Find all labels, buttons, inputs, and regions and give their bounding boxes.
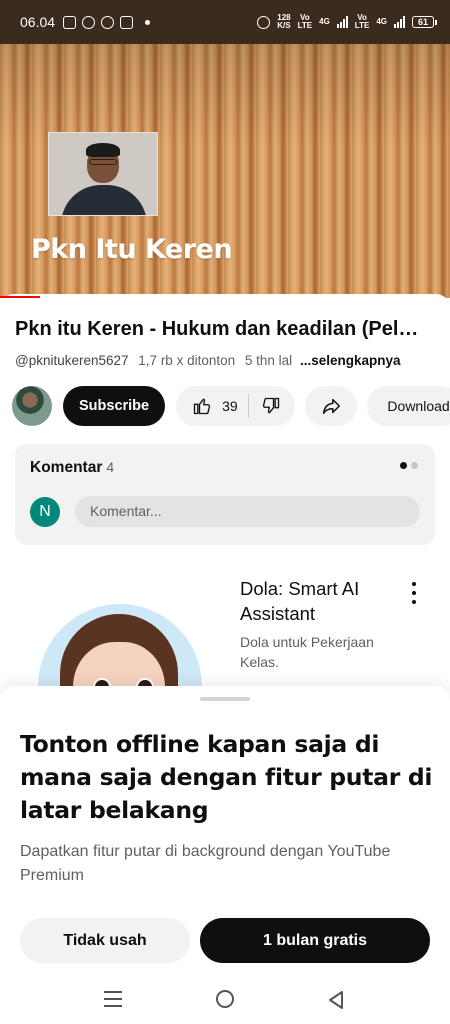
ad-description: Dola untuk Pekerjaan Kelas. <box>240 634 374 670</box>
upload-age: 5 thn lal <box>244 353 293 368</box>
free-trial-button[interactable]: 1 bulan gratis <box>200 918 430 963</box>
sim2-network: 4G <box>376 17 387 26</box>
promo-description: Dapatkan fitur putar di background denga… <box>20 843 391 884</box>
share-button[interactable] <box>304 386 357 426</box>
like-icon[interactable] <box>192 396 212 416</box>
watch-content: Pkn itu Keren - Hukum dan keadilan (Pel…… <box>0 294 450 768</box>
whatsapp-icon <box>82 15 96 29</box>
channel-avatar[interactable] <box>12 386 52 426</box>
clock: 06.04 <box>20 14 56 30</box>
dismiss-button[interactable]: Tidak usah <box>20 918 190 963</box>
subscribe-button[interactable]: Subscribe <box>63 386 166 426</box>
show-more-link[interactable]: ...selengkapnya <box>300 353 401 368</box>
view-count: 1,7 rb x ditonton <box>138 353 236 368</box>
home-icon[interactable] <box>216 990 234 1008</box>
menu-icon[interactable] <box>104 991 122 1007</box>
action-row: Subscribe 39 Download <box>12 386 450 426</box>
like-count: 39 <box>222 398 238 414</box>
video-overlay-title: Pkn Itu Keren <box>31 234 233 265</box>
comment-input[interactable]: Komentar... <box>75 496 420 527</box>
video-title[interactable]: Pkn itu Keren - Hukum dan keadilan (Pel… <box>15 318 445 341</box>
system-icons: 128 K/S Vo LTE 4G Vo LTE 4G 61 <box>257 13 438 30</box>
status-bar: 06.04 128 K/S Vo LTE 4G Vo LTE 4G 61 <box>0 0 450 44</box>
channel-handle[interactable]: @pknitukeren5627 <box>15 353 129 368</box>
video-player[interactable]: Pkn Itu Keren <box>0 44 450 298</box>
sim2-volte: Vo LTE <box>354 13 370 30</box>
signal-icon-2 <box>393 16 405 28</box>
comments-header: Komentar 4 <box>30 459 115 476</box>
download-button[interactable]: Download <box>366 386 450 426</box>
battery-icon: 61 <box>411 16 438 28</box>
share-icon <box>322 398 340 415</box>
presenter-webcam <box>48 132 158 216</box>
net-speed: 128 K/S <box>277 13 291 30</box>
sim1-network: 4G <box>319 17 330 26</box>
user-avatar: N <box>30 497 60 527</box>
video-progress-bar[interactable] <box>0 296 40 298</box>
ad-title: Dola: Smart AI Assistant <box>240 578 360 624</box>
instagram-icon <box>63 15 77 29</box>
dislike-icon[interactable] <box>261 396 281 416</box>
signal-icon <box>336 16 348 28</box>
system-nav-bar <box>0 978 450 1024</box>
more-vert-icon[interactable] <box>410 582 418 604</box>
sim1-volte: Vo LTE <box>297 13 313 30</box>
download-icon <box>380 405 382 407</box>
alarm-clock-icon <box>257 15 271 29</box>
more-notifications-icon <box>145 19 151 25</box>
alarm-icon <box>101 15 115 29</box>
like-dislike-group: 39 <box>176 386 295 426</box>
drag-handle[interactable] <box>200 697 250 701</box>
download-label: Download <box>387 398 450 414</box>
notification-icons <box>63 15 151 29</box>
video-meta: @pknitukeren5627 1,7 rb x ditonton 5 thn… <box>15 353 401 368</box>
back-icon[interactable] <box>327 990 345 1010</box>
powerpoint-icon <box>120 15 134 29</box>
promo-title: Tonton offline kapan saja di mana saja d… <box>20 730 433 824</box>
carousel-indicator <box>400 462 418 469</box>
ad-card[interactable]: Dola: Smart AI Assistant Dola untuk Peke… <box>0 566 450 768</box>
premium-promo-sheet: Tonton offline kapan saja di mana saja d… <box>0 686 450 1024</box>
divider <box>247 394 249 418</box>
comments-panel[interactable]: Komentar 4 N Komentar... <box>15 444 435 545</box>
comment-count: 4 <box>106 459 115 475</box>
